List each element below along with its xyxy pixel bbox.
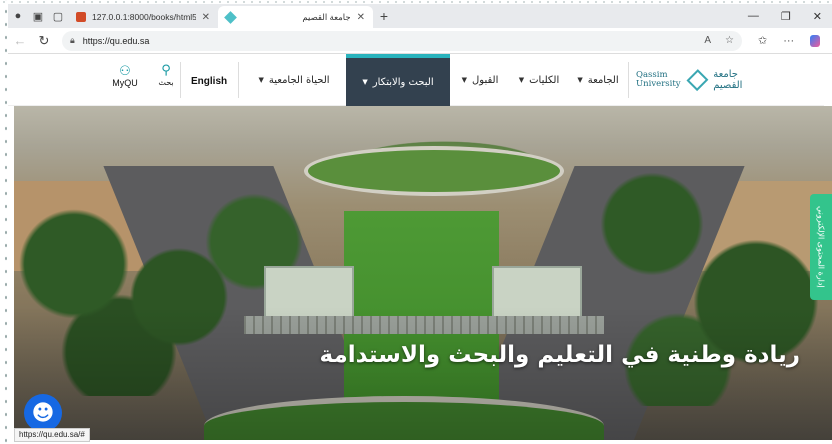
workspaces-icon[interactable]: ▣ xyxy=(28,6,48,26)
search-label: بحث xyxy=(158,78,174,87)
user-icon: ⚇ xyxy=(119,63,131,78)
read-aloud-icon[interactable]: A xyxy=(704,35,711,46)
close-icon[interactable]: ✕ xyxy=(813,10,822,23)
hero-overlay xyxy=(14,106,832,440)
search-icon: ⚲ xyxy=(161,63,171,78)
divider xyxy=(180,62,181,98)
logo-text-ar: جامعة القصيم xyxy=(713,69,743,91)
browser-address-bar: ← ↻ 🔒︎ https://qu.edu.sa A ☆ ✩ ··· xyxy=(8,28,832,54)
refresh-icon[interactable]: ↻ xyxy=(32,33,56,49)
menu-item-campus-life[interactable]: الحياة الجامعية ▼ xyxy=(246,54,342,106)
site-header: ⚇ MyQU ⚲ بحث English الحياة الجامعية ▼ ا… xyxy=(8,54,824,106)
side-tab-label: إدارة المحتوى الإلكتروني xyxy=(816,206,826,288)
e-content-management-tab[interactable]: إدارة المحتوى الإلكتروني xyxy=(810,194,832,300)
menu-item-admission[interactable]: القبول ▼ xyxy=(452,54,508,106)
menu-item-research[interactable]: البحث والابتكار ▼ xyxy=(346,54,450,106)
logo-line2: University xyxy=(636,79,681,89)
tab-actions-icon[interactable]: ▢ xyxy=(48,6,68,26)
window-controls: — ❐ ✕ xyxy=(748,10,832,23)
menu-label: الكليات xyxy=(529,74,560,86)
favorites-icon[interactable]: ✩ xyxy=(758,34,767,47)
menu-label: الحياة الجامعية xyxy=(268,74,330,86)
menu-item-university[interactable]: الجامعة ▼ xyxy=(568,54,628,106)
lock-icon[interactable]: 🔒︎ xyxy=(70,35,75,46)
search-button[interactable]: ⚲ بحث xyxy=(154,63,178,88)
logo-mark-icon xyxy=(686,69,708,91)
chevron-down-icon: ▼ xyxy=(258,76,264,84)
html5-favicon-icon xyxy=(76,12,86,22)
browser-tab-strip: ● ▣ ▢ 127.0.0.1:8000/books/html5/links ✕… xyxy=(8,4,832,28)
browser-tab-links[interactable]: 127.0.0.1:8000/books/html5/links ✕ xyxy=(68,6,218,28)
profile-icon[interactable]: ● xyxy=(8,6,28,26)
menu-label: البحث والابتكار xyxy=(372,76,434,88)
chevron-down-icon: ▼ xyxy=(518,76,525,84)
tab-title: جامعة القصيم xyxy=(302,11,351,22)
myqu-button[interactable]: ⚇ MyQU xyxy=(108,63,142,89)
chevron-down-icon: ▼ xyxy=(461,76,468,84)
logo-text-en: Qassim University xyxy=(636,71,681,89)
divider xyxy=(628,62,629,98)
favorite-star-icon[interactable]: ☆ xyxy=(725,35,734,46)
minimize-icon[interactable]: — xyxy=(748,10,759,23)
copilot-icon[interactable] xyxy=(810,34,821,47)
url-text: https://qu.edu.sa xyxy=(82,35,150,46)
menu-label: الجامعة xyxy=(587,74,619,86)
tab-close-icon[interactable]: ✕ xyxy=(357,12,365,23)
window-edge-dots-left xyxy=(0,0,8,444)
hero-title: ريادة وطنية في التعليم والبحث والاستدامة xyxy=(319,342,800,368)
hero-banner: ريادة وطنية في التعليم والبحث والاستدامة xyxy=(14,106,832,440)
menu-label: القبول xyxy=(472,74,499,86)
new-tab-button[interactable]: + xyxy=(373,8,395,24)
accessibility-button[interactable]: ☻ xyxy=(24,394,62,432)
english-language-link[interactable]: English xyxy=(191,76,227,87)
myqu-label: MyQU xyxy=(112,78,138,88)
tab-close-icon[interactable]: ✕ xyxy=(202,12,210,23)
browser-tab-qu[interactable]: جامعة القصيم ✕ xyxy=(218,6,373,28)
tab-title: 127.0.0.1:8000/books/html5/links xyxy=(92,12,196,22)
university-logo[interactable]: Qassim University جامعة القصيم xyxy=(636,64,764,96)
chevron-down-icon: ▼ xyxy=(577,76,583,84)
accessibility-icon: ☻ xyxy=(31,400,55,426)
more-menu-icon[interactable]: ··· xyxy=(783,35,794,47)
back-icon[interactable]: ← xyxy=(8,33,32,48)
restore-icon[interactable]: ❐ xyxy=(781,10,791,23)
qu-favicon-icon xyxy=(224,10,237,24)
divider xyxy=(238,62,239,98)
status-bar-url: https://qu.edu.sa/# xyxy=(14,428,90,442)
url-input[interactable]: 🔒︎ https://qu.edu.sa A ☆ xyxy=(62,30,742,51)
menu-item-colleges[interactable]: الكليات ▼ xyxy=(510,54,568,106)
chevron-down-icon: ▼ xyxy=(362,78,368,86)
